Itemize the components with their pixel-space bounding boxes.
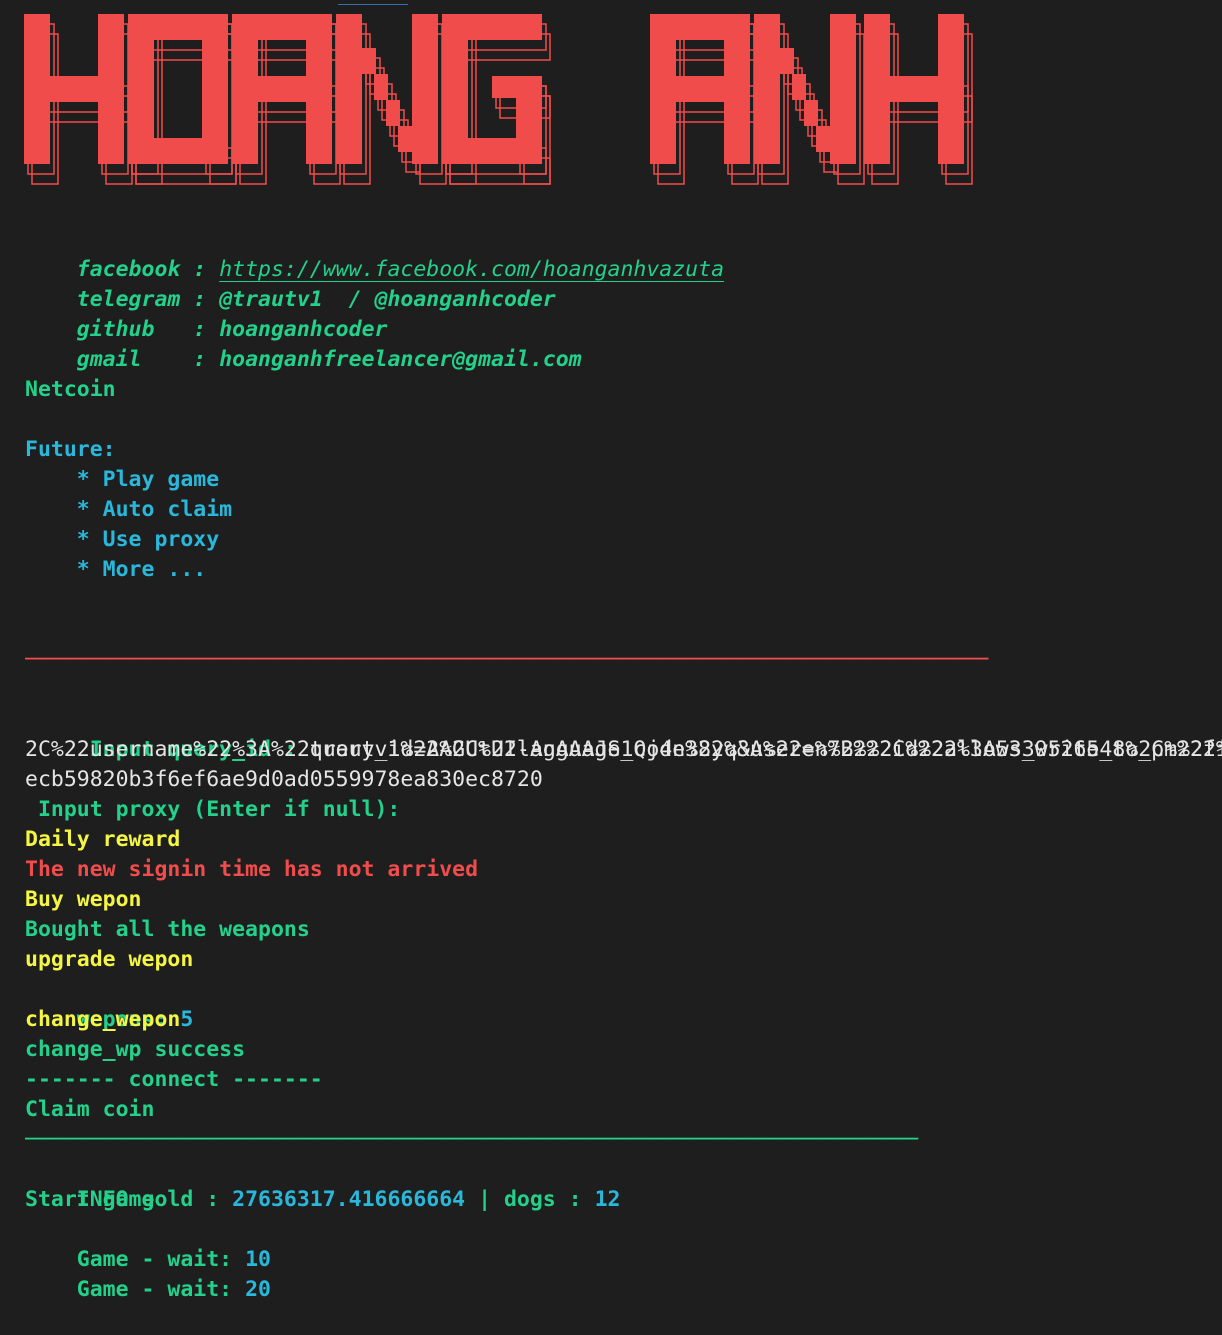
log-claim-coin: Claim coin — [25, 1097, 155, 1122]
log-daily-reward: Daily reward — [25, 827, 181, 852]
input-query-line: Input query_id : query_id=AAGUtUI-AgAAAJ… — [25, 705, 1222, 762]
wait-label: Game - wait: — [76, 1277, 246, 1302]
log-buy-wepon: Buy wepon — [25, 887, 142, 912]
query-id-wrap-line: 2C%22username%22%3A%22trautv1%22%2C%22la… — [25, 737, 1222, 762]
future-heading: Future: — [25, 437, 116, 462]
contact-telegram: telegram : @trautv1 / @hoanganhcoder — [25, 255, 556, 312]
log-info: INFO gold : 27636317.416666664 | dogs : … — [25, 1155, 621, 1212]
info-dogs-sep: | dogs : — [465, 1187, 595, 1212]
info-gold-value: 27636317.416666664 — [232, 1187, 466, 1212]
contact-facebook: facebook : https://www.facebook.com/hoan… — [25, 225, 724, 282]
log-connect: ------- connect ------- — [25, 1067, 323, 1092]
log-wepons-count: wepons: 5 — [25, 975, 194, 1032]
log-game-wait: Game - wait: 20 — [25, 1245, 271, 1302]
contact-sep: : — [180, 347, 220, 372]
log-signin-error: The new signin time has not arrived — [25, 857, 479, 882]
input-proxy-prompt[interactable]: Input proxy (Enter if null): — [25, 795, 400, 825]
ascii-banner — [24, 14, 994, 186]
wait-value: 20 — [245, 1277, 271, 1302]
contact-key: gmail — [76, 347, 181, 372]
log-change-success: change_wp success — [25, 1037, 246, 1062]
query-id-wrap-line: ecb59820b3f6ef6ae9d0ad0559978ea830ec8720 — [25, 767, 543, 792]
app-name: Netcoin — [25, 377, 116, 402]
log-bought-all: Bought all the weapons — [25, 917, 310, 942]
contact-github: github : hoanganhcoder — [25, 285, 388, 342]
log-change-wepon: change_wepon — [25, 1007, 181, 1032]
log-upgrade-wepon: upgrade wepon — [25, 947, 194, 972]
wepons-value: 5 — [180, 1007, 194, 1032]
future-item: * Auto claim — [25, 497, 233, 522]
contact-gmail: gmail : hoanganhfreelancer@gmail.com — [25, 315, 582, 372]
separator-top: ────────────────────────────────────────… — [25, 647, 989, 672]
banner-logo — [24, 14, 973, 185]
log-start-game: Start game — [25, 1187, 155, 1212]
contact-value: hoanganhfreelancer@gmail.com — [219, 347, 582, 372]
log-separator: ────────────────────────────────────────… — [25, 1127, 919, 1152]
future-item: * Use proxy — [25, 527, 220, 552]
future-item: * More ... — [25, 557, 207, 582]
scrollbar-indicator — [338, 4, 408, 5]
info-dogs-value: 12 — [594, 1187, 621, 1212]
log-game-wait: Game - wait: 10 — [25, 1215, 271, 1272]
future-item: * Play game — [25, 467, 220, 492]
